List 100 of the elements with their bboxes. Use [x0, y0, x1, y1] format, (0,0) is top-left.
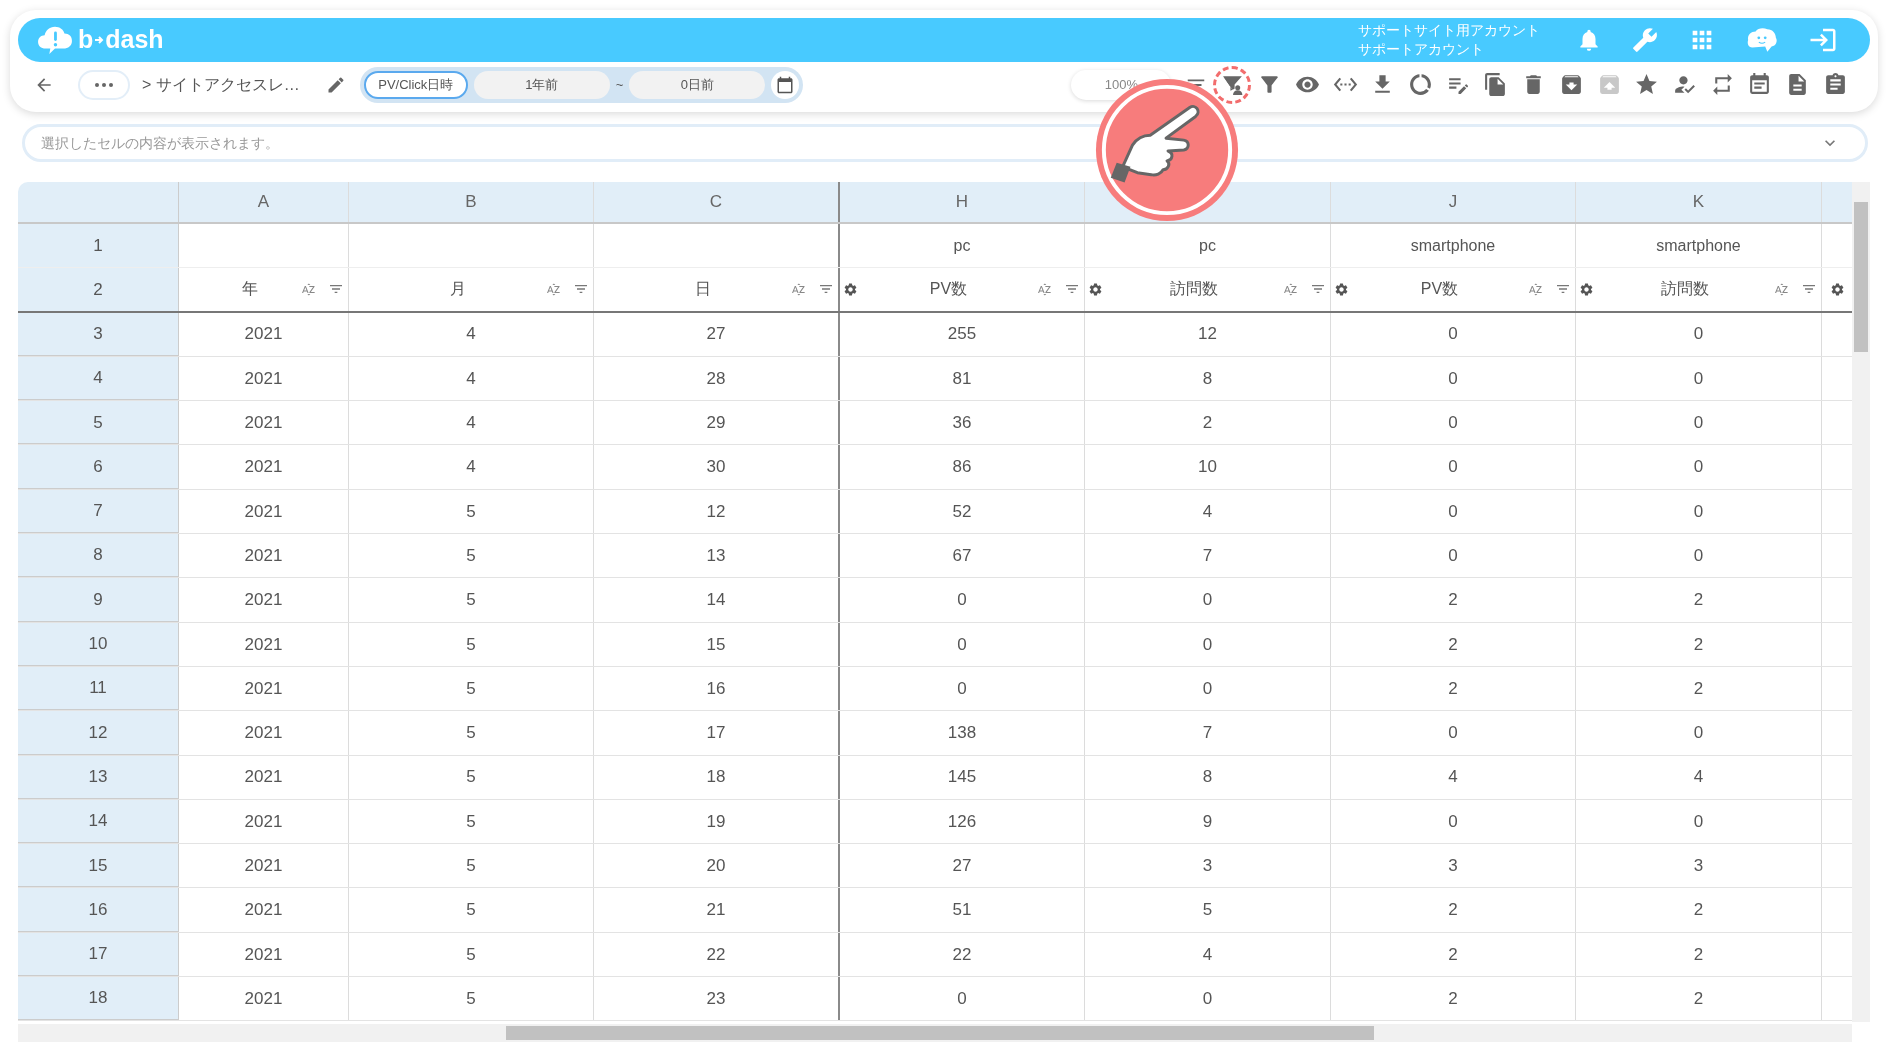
sort-icon[interactable]	[1283, 281, 1298, 297]
table-cell[interactable]: 138	[840, 711, 1085, 755]
table-cell[interactable]: 2	[1576, 666, 1822, 711]
table-cell[interactable]: 2	[1331, 622, 1576, 666]
table-cell[interactable]: 0	[840, 578, 1085, 622]
table-cell[interactable]: 5	[349, 534, 594, 578]
table-cell[interactable]: 3	[1085, 844, 1331, 888]
table-cell[interactable]: 2	[1331, 666, 1576, 711]
row-number[interactable]: 13	[18, 755, 179, 799]
table-cell[interactable]: 2	[1576, 622, 1822, 666]
table-cell[interactable]: 7	[1085, 711, 1331, 755]
table-cell[interactable]: 2	[1576, 888, 1822, 932]
table-cell[interactable]: 5	[349, 888, 594, 932]
table-cell[interactable]: 0	[1576, 356, 1822, 401]
table-cell[interactable]: 2	[1331, 977, 1576, 1021]
table-cell[interactable]: 3	[1331, 844, 1576, 888]
table-cell[interactable]: 2021	[179, 711, 349, 755]
table-cell[interactable]: 2	[1331, 932, 1576, 977]
table-cell[interactable]: 2	[1331, 888, 1576, 932]
table-cell[interactable]: 30	[594, 445, 840, 489]
table-cell[interactable]: 22	[840, 932, 1085, 977]
row-number[interactable]: 7	[18, 489, 179, 534]
table-cell[interactable]: 17	[594, 711, 840, 755]
table-cell[interactable]: 0	[1576, 401, 1822, 445]
table-cell[interactable]: 2021	[179, 932, 349, 977]
table-cell[interactable]: 15	[594, 622, 840, 666]
table-cell[interactable]: 28	[594, 356, 840, 401]
table-cell[interactable]: 4	[349, 445, 594, 489]
table-cell[interactable]: 2021	[179, 755, 349, 799]
table-cell[interactable]: 16	[594, 666, 840, 711]
table-cell[interactable]: 0	[840, 666, 1085, 711]
table-cell[interactable]: 2021	[179, 401, 349, 445]
settings-icon[interactable]	[1578, 281, 1594, 297]
row-number[interactable]: 14	[18, 799, 179, 844]
row-number[interactable]: 3	[18, 312, 179, 356]
table-cell[interactable]: 145	[840, 755, 1085, 799]
table-cell[interactable]: 4	[1085, 932, 1331, 977]
table-cell[interactable]: 2021	[179, 578, 349, 622]
table-cell[interactable]: 0	[1576, 711, 1822, 755]
table-cell[interactable]: 5	[349, 844, 594, 888]
table-cell[interactable]: 4	[349, 356, 594, 401]
column-letter[interactable]: C	[709, 189, 723, 215]
table-cell[interactable]: 2021	[179, 622, 349, 666]
date-type-button[interactable]: PV/Click日時	[363, 70, 468, 99]
table-cell[interactable]: 2021	[179, 356, 349, 401]
table-cell[interactable]: 5	[1085, 888, 1331, 932]
table-cell[interactable]: 2021	[179, 534, 349, 578]
row-number[interactable]: 15	[18, 844, 179, 888]
settings-icon[interactable]	[1829, 281, 1845, 297]
table-cell[interactable]: 27	[840, 844, 1085, 888]
sort-icon[interactable]	[546, 281, 561, 297]
table-cell[interactable]: 2021	[179, 799, 349, 844]
column-letter[interactable]: K	[1692, 189, 1705, 215]
row-number[interactable]: 18	[18, 977, 179, 1021]
table-cell[interactable]: 0	[1576, 445, 1822, 489]
table-cell[interactable]: 0	[1331, 356, 1576, 401]
table-cell[interactable]: 9	[1085, 799, 1331, 844]
table-cell[interactable]: 4	[1085, 489, 1331, 534]
sort-icon[interactable]	[791, 281, 806, 297]
table-cell[interactable]: 14	[594, 578, 840, 622]
table-cell[interactable]: 0	[1576, 489, 1822, 534]
row-number[interactable]: 2	[18, 268, 179, 311]
row-number[interactable]: 17	[18, 932, 179, 977]
table-cell[interactable]: 0	[840, 622, 1085, 666]
table-cell[interactable]: 2	[1576, 977, 1822, 1021]
table-cell[interactable]: 81	[840, 356, 1085, 401]
table-cell[interactable]: 8	[1085, 356, 1331, 401]
table-cell[interactable]: 5	[349, 666, 594, 711]
row-number[interactable]: 9	[18, 578, 179, 622]
table-cell[interactable]: 0	[1085, 977, 1331, 1021]
sort-icon[interactable]	[1774, 281, 1789, 297]
table-cell[interactable]: 13	[594, 534, 840, 578]
row-number[interactable]: 10	[18, 622, 179, 666]
table-cell[interactable]: 0	[1576, 312, 1822, 356]
table-cell[interactable]: 8	[1085, 755, 1331, 799]
vertical-scrollbar[interactable]	[1852, 182, 1870, 1022]
table-cell[interactable]: 0	[1085, 622, 1331, 666]
more-button[interactable]	[78, 69, 130, 100]
breadcrumb[interactable]: > サイトアクセスレ…	[142, 72, 300, 97]
table-cell[interactable]: 5	[349, 755, 594, 799]
date-to-field[interactable]: 0日前	[629, 70, 766, 99]
table-cell[interactable]: 0	[1331, 312, 1576, 356]
table-cell[interactable]: 255	[840, 312, 1085, 356]
table-cell[interactable]: 2	[1331, 578, 1576, 622]
table-cell[interactable]: 2021	[179, 888, 349, 932]
table-cell[interactable]: 0	[840, 977, 1085, 1021]
table-cell[interactable]: 21	[594, 888, 840, 932]
table-cell[interactable]: 27	[594, 312, 840, 356]
table-cell[interactable]: 5	[349, 799, 594, 844]
table-cell[interactable]: 86	[840, 445, 1085, 489]
table-cell[interactable]: 12	[594, 489, 840, 534]
table-cell[interactable]: 0	[1576, 534, 1822, 578]
table-cell[interactable]: 7	[1085, 534, 1331, 578]
row-number[interactable]: 8	[18, 534, 179, 578]
column-letter[interactable]: A	[257, 189, 270, 215]
table-cell[interactable]: 0	[1331, 401, 1576, 445]
table-cell[interactable]: 2	[1085, 401, 1331, 445]
table-cell[interactable]: 22	[594, 932, 840, 977]
table-cell[interactable]: 126	[840, 799, 1085, 844]
row-number[interactable]: 11	[18, 666, 179, 711]
